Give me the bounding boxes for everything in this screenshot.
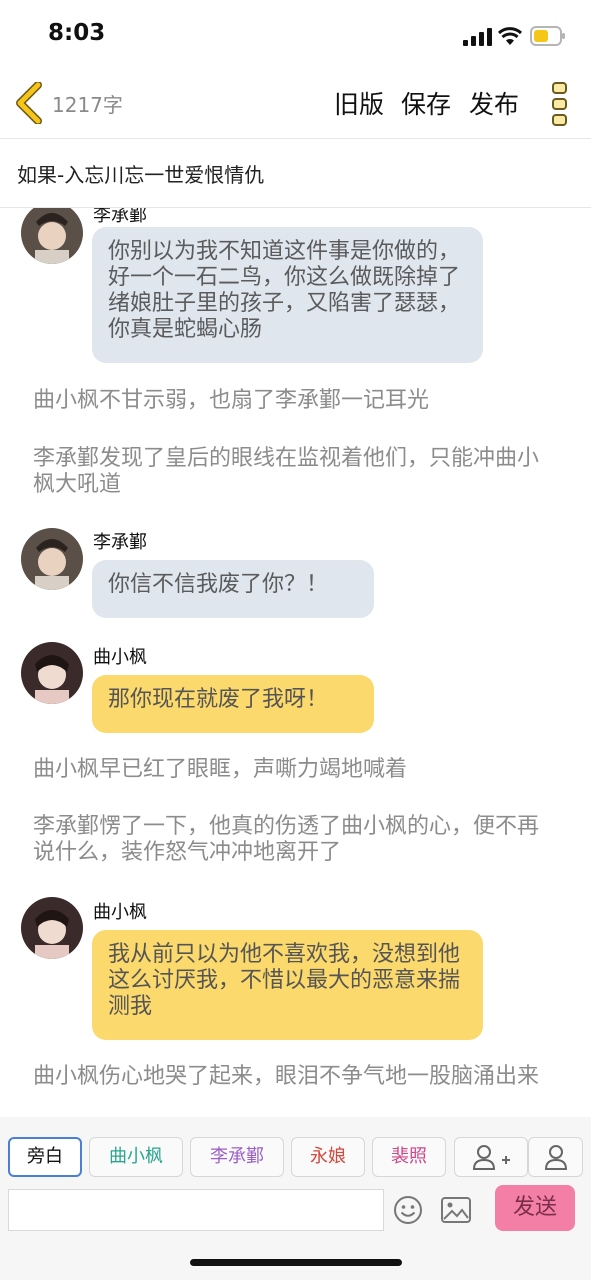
speaker-name: 曲小枫 bbox=[93, 647, 147, 668]
message-input[interactable] bbox=[8, 1189, 384, 1231]
status-time: 8:03 bbox=[48, 20, 106, 46]
word-count: 1217字 bbox=[52, 93, 123, 117]
back-chevron-icon[interactable] bbox=[14, 82, 44, 124]
narration-text[interactable]: 李承鄞愣了一下，他真的伤透了曲小枫的心，便不再说什么，装作怒气冲冲地离开了 bbox=[33, 814, 558, 866]
add-role-button[interactable] bbox=[454, 1137, 528, 1177]
role-manager-button[interactable] bbox=[528, 1137, 583, 1177]
person-icon bbox=[544, 1145, 568, 1170]
speaker-name: 李承鄞 bbox=[93, 208, 147, 226]
role-label: 永娘 bbox=[310, 1146, 346, 1167]
story-title-bar[interactable]: 如果-入忘川忘一世爱恨情仇 bbox=[0, 139, 591, 208]
dialogue-bubble[interactable]: 我从前只以为他不喜欢我，没想到他这么讨厌我，不惜以最大的恶意来揣测我 bbox=[92, 930, 483, 1040]
role-label: 李承鄞 bbox=[210, 1146, 264, 1167]
status-bar: 8:03 bbox=[0, 0, 591, 70]
story-title: 如果-入忘川忘一世爱恨情仇 bbox=[17, 163, 265, 187]
composer-bar: 旁白 曲小枫 李承鄞 永娘 裴照 发送 bbox=[0, 1117, 591, 1280]
more-menu-icon[interactable] bbox=[549, 81, 571, 127]
narration-text[interactable]: 李承鄞发现了皇后的眼线在监视着他们，只能冲曲小枫大吼道 bbox=[33, 446, 558, 498]
dialogue-bubble[interactable]: 你别以为我不知道这件事是你做的，好一个一石二鸟，你这么做既除掉了绪娘肚子里的孩子… bbox=[92, 227, 483, 363]
avatar-qu-xiaofeng[interactable] bbox=[21, 642, 83, 704]
role-chip-pei-zhao[interactable]: 裴照 bbox=[372, 1137, 446, 1177]
role-chip-narrator[interactable]: 旁白 bbox=[8, 1137, 82, 1177]
role-chip-yong-niang[interactable]: 永娘 bbox=[291, 1137, 365, 1177]
story-content[interactable]: 李承鄞 你别以为我不知道这件事是你做的，好一个一石二鸟，你这么做既除掉了绪娘肚子… bbox=[0, 208, 591, 1116]
role-label: 裴照 bbox=[391, 1146, 427, 1167]
avatar-li-chengyin[interactable] bbox=[21, 528, 83, 590]
narration-text[interactable]: 曲小枫伤心地哭了起来，眼泪不争气地一股脑涌出来 bbox=[33, 1064, 558, 1090]
send-button[interactable]: 发送 bbox=[495, 1185, 575, 1231]
speaker-name: 李承鄞 bbox=[93, 532, 147, 553]
dialogue-bubble[interactable]: 你信不信我废了你？！ bbox=[92, 560, 374, 618]
wifi-icon bbox=[497, 27, 523, 45]
role-chip-qu-xiaofeng[interactable]: 曲小枫 bbox=[89, 1137, 183, 1177]
speaker-name: 曲小枫 bbox=[93, 902, 147, 923]
image-icon[interactable] bbox=[441, 1197, 471, 1223]
narration-text[interactable]: 曲小枫不甘示弱，也扇了李承鄞一记耳光 bbox=[33, 388, 558, 414]
battery-icon bbox=[530, 26, 565, 46]
narration-text[interactable]: 曲小枫早已红了眼眶，声嘶力竭地喊着 bbox=[33, 757, 558, 783]
publish-button[interactable]: 发布 bbox=[469, 85, 519, 121]
save-button[interactable]: 保存 bbox=[401, 85, 451, 121]
add-person-icon bbox=[472, 1145, 510, 1170]
top-nav: 1217字 旧版 保存 发布 bbox=[0, 70, 591, 139]
role-label: 曲小枫 bbox=[109, 1146, 163, 1167]
role-chip-li-chengyin[interactable]: 李承鄞 bbox=[190, 1137, 284, 1177]
old-version-button[interactable]: 旧版 bbox=[334, 85, 384, 121]
emoji-icon[interactable] bbox=[393, 1195, 423, 1225]
avatar-li-chengyin[interactable] bbox=[21, 208, 83, 264]
avatar-qu-xiaofeng[interactable] bbox=[21, 897, 83, 959]
home-indicator bbox=[190, 1259, 402, 1266]
dialogue-bubble[interactable]: 那你现在就废了我呀！ bbox=[92, 675, 374, 733]
signal-icon bbox=[463, 28, 492, 46]
role-label: 旁白 bbox=[27, 1146, 63, 1167]
